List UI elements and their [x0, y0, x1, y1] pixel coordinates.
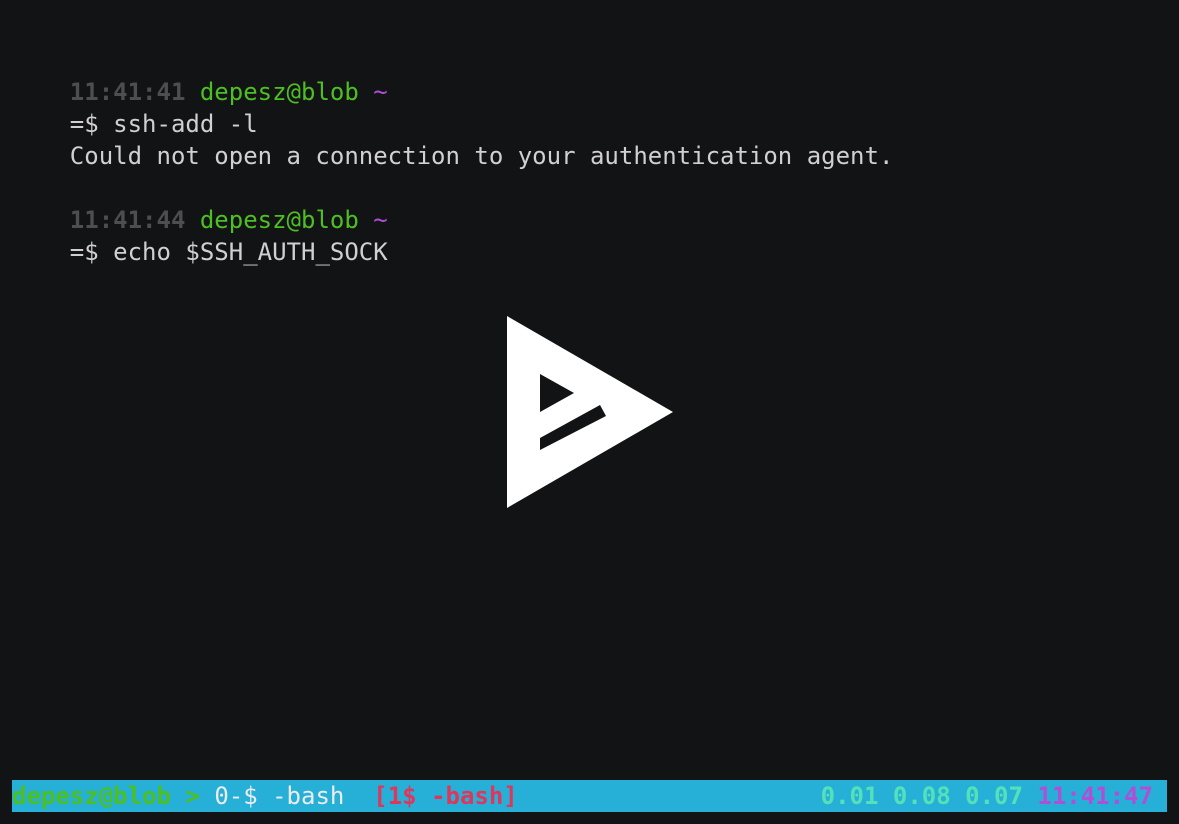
asciinema-play-icon — [507, 316, 673, 508]
status-bar-left: depesz@blob > 0-$ -bash [1$ -bash] — [12, 780, 518, 812]
command-line: =$ echo $SSH_AUTH_SOCK — [12, 204, 388, 266]
load-average-5: 0.08 — [892, 782, 951, 810]
play-button[interactable] — [506, 316, 674, 508]
prompt-header-line: 11:41:41 depesz@blob ~ — [12, 44, 388, 106]
status-session-user: depesz@blob — [12, 782, 171, 810]
prompt-header-line: 11:41:44 depesz@blob ~ — [12, 172, 388, 234]
tmux-window-0[interactable]: 0-$ -bash — [214, 782, 344, 810]
load-average-1: 0.01 — [820, 782, 879, 810]
prompt-symbol: =$ — [69, 238, 99, 266]
tmux-window-1-active[interactable]: [1$ -bash] — [373, 782, 518, 810]
output-text: Could not open a connection to your auth… — [69, 142, 894, 170]
tmux-status-bar: depesz@blob > 0-$ -bash [1$ -bash] 0.01 … — [12, 780, 1167, 812]
prompt-directory: ~ — [373, 78, 388, 106]
status-clock: 11:41:47 — [1037, 782, 1153, 810]
status-bar-right: 0.01 0.08 0.07 11:41:47 — [821, 780, 1153, 812]
command-line: =$ ssh-add -l — [12, 76, 258, 138]
load-average-15: 0.07 — [965, 782, 1023, 810]
status-separator: > — [185, 782, 200, 810]
terminal-window[interactable]: 11:41:41 depesz@blob ~ =$ ssh-add -l Cou… — [0, 0, 1179, 824]
command-text: echo $SSH_AUTH_SOCK — [113, 238, 388, 266]
command-output: Could not open a connection to your auth… — [12, 108, 894, 170]
